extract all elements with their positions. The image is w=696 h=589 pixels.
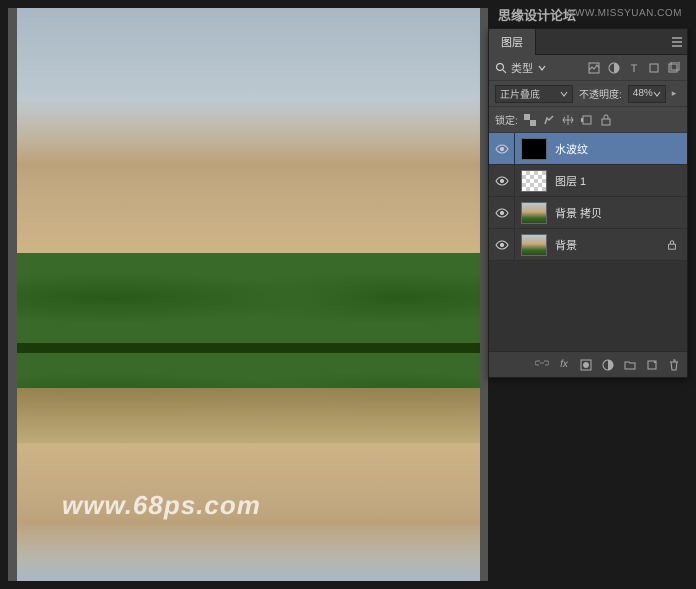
eye-icon — [495, 206, 509, 220]
castle-reflection — [17, 388, 480, 581]
filter-type-label: 类型 — [511, 60, 533, 76]
layers-list: 水波纹 图层 1 背景 拷贝 背景 — [489, 133, 687, 351]
opacity-value-text: 48% — [633, 88, 653, 99]
layers-panel: 图层 类型 T 正片叠底 不透明度: 48% ▸ 锁定: — [488, 28, 688, 378]
chevron-down-icon — [653, 90, 661, 98]
layer-name[interactable]: 图层 1 — [555, 173, 681, 189]
filter-adjustment-icon[interactable] — [607, 61, 621, 75]
filter-smartobject-icon[interactable] — [667, 61, 681, 75]
eye-icon — [495, 142, 509, 156]
layer-row[interactable]: 图层 1 — [489, 165, 687, 197]
hamburger-icon — [671, 37, 683, 47]
chevron-down-icon — [560, 90, 568, 98]
layer-visibility-toggle[interactable] — [489, 197, 515, 228]
watermark-logo: www.68ps.com — [62, 490, 261, 521]
opacity-scrubber[interactable]: ▸ — [672, 88, 681, 99]
layers-tab[interactable]: 图层 — [489, 29, 536, 55]
layer-filter-row: 类型 T — [489, 55, 687, 81]
lock-transparency-icon[interactable] — [523, 113, 537, 127]
layer-row[interactable]: 水波纹 — [489, 133, 687, 165]
filter-type-icon[interactable]: T — [627, 61, 641, 75]
lock-position-icon[interactable] — [561, 113, 575, 127]
lock-artboard-icon[interactable] — [580, 113, 594, 127]
layer-thumbnail[interactable] — [521, 170, 547, 192]
layer-row[interactable]: 背景 — [489, 229, 687, 261]
watermark-site-url: WWW.MISSYUAN.COM — [565, 8, 682, 19]
filter-type-dropdown[interactable]: 类型 — [495, 60, 547, 76]
layer-name[interactable]: 背景 — [555, 237, 667, 253]
lock-all-icon[interactable] — [599, 113, 613, 127]
eye-icon — [495, 174, 509, 188]
blend-mode-dropdown[interactable]: 正片叠底 — [495, 85, 573, 103]
filter-shape-icon[interactable] — [647, 61, 661, 75]
layer-thumbnail[interactable] — [521, 138, 547, 160]
layer-thumbnail[interactable] — [521, 234, 547, 256]
svg-text:T: T — [631, 63, 638, 74]
new-group-button[interactable] — [623, 358, 637, 372]
layer-row[interactable]: 背景 拷贝 — [489, 197, 687, 229]
filter-icons-group: T — [587, 61, 681, 75]
layer-name[interactable]: 水波纹 — [555, 141, 681, 157]
layers-panel-footer: fx — [489, 351, 687, 377]
lock-pixels-icon[interactable] — [542, 113, 556, 127]
panel-tabbar: 图层 — [489, 29, 687, 55]
opacity-label: 不透明度: — [579, 86, 622, 101]
lock-icon — [667, 240, 681, 250]
canvas-area[interactable]: www.68ps.com — [8, 8, 488, 581]
link-layers-button[interactable] — [535, 358, 549, 372]
water-horizon — [17, 343, 480, 353]
layer-thumbnail[interactable] — [521, 202, 547, 224]
search-icon — [495, 62, 507, 74]
blend-mode-value: 正片叠底 — [500, 86, 540, 101]
chevron-down-icon — [537, 63, 547, 73]
filter-pixel-icon[interactable] — [587, 61, 601, 75]
layers-empty-area[interactable] — [489, 261, 687, 351]
panel-menu-button[interactable] — [667, 29, 687, 54]
blend-opacity-row: 正片叠底 不透明度: 48% ▸ — [489, 81, 687, 107]
eye-icon — [495, 238, 509, 252]
document-canvas[interactable]: www.68ps.com — [17, 8, 480, 581]
new-layer-button[interactable] — [645, 358, 659, 372]
layer-mask-button[interactable] — [579, 358, 593, 372]
delete-layer-button[interactable] — [667, 358, 681, 372]
trees-top — [17, 253, 480, 343]
lock-fill-row: 锁定: — [489, 107, 687, 133]
lock-label: 锁定: — [495, 112, 518, 127]
layer-visibility-toggle[interactable] — [489, 229, 515, 260]
layer-visibility-toggle[interactable] — [489, 165, 515, 196]
adjustment-layer-button[interactable] — [601, 358, 615, 372]
layer-name[interactable]: 背景 拷贝 — [555, 205, 681, 221]
opacity-input[interactable]: 48% — [628, 85, 666, 103]
layer-visibility-toggle[interactable] — [489, 133, 515, 164]
layer-fx-button[interactable]: fx — [557, 358, 571, 372]
